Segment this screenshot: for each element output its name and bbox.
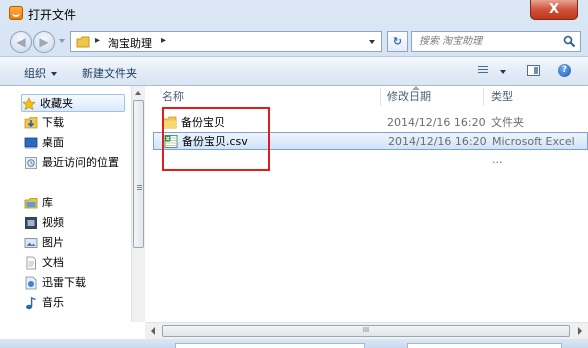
nav-item-label: 音乐 <box>42 296 64 309</box>
forward-arrow-icon: ▶ <box>39 35 49 49</box>
breadcrumb-separator[interactable]: ▸ <box>161 35 166 46</box>
refresh-button[interactable]: ↻ <box>387 31 408 52</box>
nav-item-label: 视频 <box>42 216 64 229</box>
nav-item-label: 收藏夹 <box>40 97 73 110</box>
scroll-left-icon[interactable] <box>151 327 155 335</box>
scrollbar-thumb[interactable]: III <box>162 325 570 337</box>
documents-icon <box>26 256 36 270</box>
forward-button[interactable]: ▶ <box>33 31 55 53</box>
recent-locations-dropdown[interactable] <box>59 39 65 43</box>
address-bar[interactable]: ▸ 淘宝助理 ▸ <box>70 31 382 52</box>
scroll-up-icon[interactable] <box>135 91 141 95</box>
back-button[interactable]: ◀ <box>10 31 32 53</box>
column-header-type[interactable]: 类型 <box>491 86 513 108</box>
file-list-pane: 名称 修改日期 类型 备份宝贝 2014/12/16 16:20 文件夹 备份宝… <box>145 86 588 322</box>
nav-item-label: 文档 <box>42 256 64 269</box>
view-options-icon[interactable] <box>478 66 488 75</box>
help-icon[interactable]: ? <box>558 64 571 77</box>
file-name-field[interactable] <box>175 343 365 348</box>
back-arrow-icon: ◀ <box>16 35 26 49</box>
organize-label: 组织 <box>24 67 46 80</box>
nav-item-label: 迅雷下载 <box>42 276 86 289</box>
download-folder-icon <box>24 117 38 129</box>
nav-item-label: 桌面 <box>42 136 64 149</box>
nav-item-label: 库 <box>42 196 53 209</box>
thunder-download-icon <box>25 276 37 290</box>
view-options-chevron-icon[interactable] <box>500 70 506 74</box>
column-header-name[interactable]: 名称 <box>162 86 184 108</box>
nav-item-favorites[interactable]: 收藏夹 <box>21 94 125 112</box>
file-type: Microsoft Excel ... <box>492 135 575 166</box>
nav-item-label: 最近访问的位置 <box>42 156 119 169</box>
music-icon <box>26 296 36 310</box>
scrollbar-thumb[interactable] <box>133 100 144 248</box>
nav-item-label: 图片 <box>42 236 64 249</box>
navigation-scrollbar[interactable] <box>131 86 145 322</box>
dialog-footer <box>0 339 588 348</box>
file-type-filter[interactable] <box>407 343 562 348</box>
pictures-icon <box>24 238 38 248</box>
nav-item-label: 下载 <box>42 116 64 129</box>
app-icon <box>9 6 23 20</box>
title-bar: 打开文件 X <box>0 0 588 26</box>
command-toolbar: 组织 新建文件夹 ? <box>0 56 588 86</box>
window-title: 打开文件 <box>28 8 77 22</box>
highlight-annotation-box <box>162 107 270 171</box>
horizontal-scrollbar[interactable]: III <box>145 322 588 339</box>
star-icon <box>22 97 36 111</box>
address-dropdown-chevron-icon[interactable] <box>369 40 375 44</box>
search-icon[interactable] <box>563 35 576 48</box>
file-modified: 2014/12/16 16:20 <box>388 135 487 148</box>
column-header-modified[interactable]: 修改日期 <box>387 86 431 108</box>
preview-pane-icon[interactable] <box>527 65 540 76</box>
file-type: 文件夹 <box>491 116 524 129</box>
desktop-icon <box>24 137 38 149</box>
libraries-icon <box>24 198 38 209</box>
navigation-pane: 收藏夹 下载 桌面 最近访问的位置 库 视频 图片 文档 迅雷下载 音乐 <box>7 86 131 322</box>
breadcrumb-taobao-assistant[interactable]: 淘宝助理 <box>108 35 152 51</box>
column-divider[interactable] <box>380 88 381 106</box>
refresh-icon: ↻ <box>392 35 403 48</box>
close-button[interactable]: X <box>530 0 578 20</box>
file-modified: 2014/12/16 16:20 <box>387 116 486 129</box>
new-folder-button[interactable]: 新建文件夹 <box>82 65 137 81</box>
search-box[interactable] <box>411 31 581 52</box>
column-divider[interactable] <box>483 88 484 106</box>
folder-icon <box>76 36 90 48</box>
scroll-right-icon[interactable] <box>578 327 582 335</box>
video-icon <box>25 217 37 229</box>
dialog-body: 收藏夹 下载 桌面 最近访问的位置 库 视频 图片 文档 迅雷下载 音乐 名称 … <box>0 86 588 348</box>
address-row: ◀ ▶ ▸ 淘宝助理 ▸ ↻ <box>0 26 588 56</box>
scrollbar-grip-icon: III <box>362 326 370 334</box>
breadcrumb-separator[interactable]: ▸ <box>95 35 100 46</box>
search-input[interactable] <box>415 34 559 48</box>
recent-places-icon <box>25 157 37 169</box>
chevron-down-icon <box>51 72 57 76</box>
open-file-dialog: 打开文件 X ◀ ▶ ▸ 淘宝助理 ▸ ↻ 搜索 淘宝助理 组织 新建文件夹 ?… <box>0 0 588 348</box>
organize-menu[interactable]: 组织 <box>24 65 57 81</box>
